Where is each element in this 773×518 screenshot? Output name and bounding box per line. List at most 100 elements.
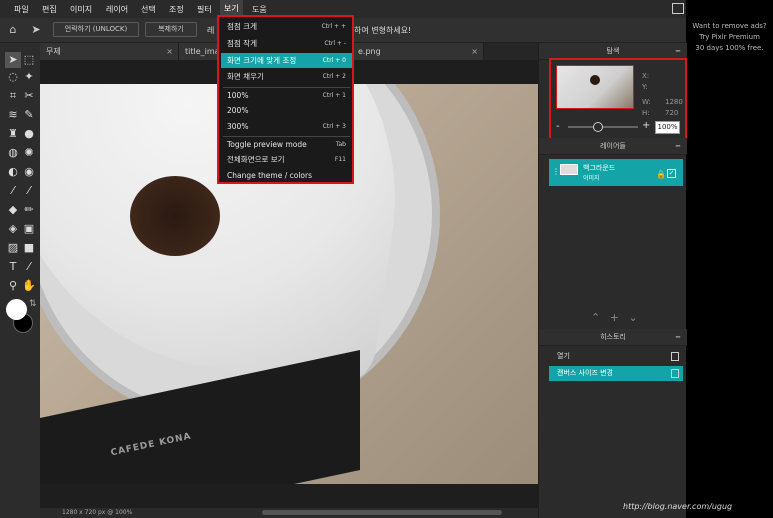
layer-actions: ⌃ + ⌄ bbox=[591, 311, 638, 324]
eraser-tool-icon[interactable]: ◆ bbox=[5, 202, 21, 218]
navigator-thumbnail[interactable] bbox=[556, 65, 634, 109]
wand-tool-icon[interactable]: ✦ bbox=[21, 69, 37, 85]
eyedropper-tool-icon[interactable]: ⁄ bbox=[21, 259, 37, 275]
layers-title: 레이어들 bbox=[600, 142, 626, 150]
liquify-tool-icon[interactable]: ≋ bbox=[5, 107, 21, 123]
x-label: X: bbox=[642, 72, 650, 80]
layer-row[interactable]: ⋮ 백그라운드 이미지 🔒 ✓ bbox=[549, 159, 683, 186]
zoom-out-button[interactable]: - bbox=[556, 121, 560, 132]
view-menu-dropdown: 점점 크게 Ctrl + + 점점 작게 Ctrl + - 화면 크기에 맞게 조정… bbox=[217, 15, 354, 184]
text-tool-icon[interactable]: T bbox=[5, 259, 21, 275]
menu-item-fullscreen[interactable]: 전체화면으로 보기 F11 bbox=[221, 152, 352, 167]
crop-tool-icon[interactable]: ⌗ bbox=[5, 88, 21, 104]
menu-item-change-theme[interactable]: Change theme / colors bbox=[221, 168, 352, 183]
right-panels: 탐색 − X: Y: W: 1280 H: 720 - + 100% 레이어들 … bbox=[538, 43, 687, 518]
bloat-tool-icon[interactable]: ✺ bbox=[21, 145, 37, 161]
layers-header: 레이어들 − bbox=[539, 138, 687, 155]
minimize-icon[interactable]: − bbox=[675, 329, 681, 346]
spherize-tool-icon[interactable]: ◍ bbox=[5, 145, 21, 161]
ad-line-3: 30 days 100% free. bbox=[695, 44, 764, 52]
close-icon[interactable]: × bbox=[471, 43, 478, 60]
minimize-icon[interactable]: − bbox=[675, 138, 681, 155]
menu-edit[interactable]: 편집 bbox=[42, 4, 57, 15]
lasso-tool-icon[interactable]: ◌ bbox=[5, 69, 21, 85]
menu-select[interactable]: 선택 bbox=[141, 4, 156, 15]
y-label: Y: bbox=[642, 83, 648, 91]
move-down-icon[interactable]: ⌄ bbox=[628, 311, 637, 324]
lock-icon[interactable]: 🔒 bbox=[656, 170, 666, 179]
marquee-tool-icon[interactable]: ⬚ bbox=[21, 52, 37, 68]
menu-item-100[interactable]: 100% Ctrl + 1 bbox=[221, 88, 352, 103]
move-up-icon[interactable]: ⌃ bbox=[591, 311, 600, 324]
navigator-panel: X: Y: W: 1280 H: 720 - + 100% bbox=[549, 58, 687, 142]
bucket-tool-icon[interactable]: ◈ bbox=[5, 221, 21, 237]
stamp-tool-icon[interactable]: ♜ bbox=[5, 126, 21, 142]
menu-item-200[interactable]: 200% bbox=[221, 103, 352, 118]
history-item-label: 열기 bbox=[557, 352, 570, 360]
history-item-label: 캔버스 사이즈 변경 bbox=[557, 369, 613, 377]
zoom-tool-icon[interactable]: ⚲ bbox=[5, 278, 21, 294]
coffee-grounds bbox=[130, 176, 220, 256]
ad-line-2[interactable]: Try Pixlr Premium bbox=[686, 32, 773, 43]
hand-tool-icon[interactable]: ✋ bbox=[21, 278, 37, 294]
zoom-in-button[interactable]: + bbox=[642, 120, 650, 131]
drop-tool-icon[interactable]: ● bbox=[21, 126, 37, 142]
menu-layer[interactable]: 레이어 bbox=[106, 4, 128, 15]
menu-item-300[interactable]: 300% Ctrl + 3 bbox=[221, 119, 352, 134]
menu-item-zoom-out[interactable]: 점점 작게 Ctrl + - bbox=[221, 36, 352, 51]
duplicate-button[interactable]: 복제하기 bbox=[145, 22, 197, 37]
layer-type: 이미지 bbox=[583, 175, 600, 182]
close-icon[interactable]: × bbox=[166, 43, 173, 60]
zoom-input[interactable]: 100% bbox=[655, 121, 680, 134]
h-label: H: bbox=[642, 109, 650, 117]
menu-item-toggle-preview[interactable]: Toggle preview mode Tab bbox=[221, 137, 352, 152]
home-icon[interactable]: ⌂ bbox=[5, 22, 21, 38]
history-item[interactable]: 열기 bbox=[549, 349, 683, 364]
menu-adjust[interactable]: 조정 bbox=[169, 4, 184, 15]
ad-line-1: Want to remove ads? bbox=[692, 22, 767, 30]
menu-file[interactable]: 파일 bbox=[14, 4, 29, 15]
horizontal-scrollbar[interactable] bbox=[262, 510, 502, 515]
visibility-checkbox[interactable]: ✓ bbox=[667, 169, 676, 178]
menu-filter[interactable]: 필터 bbox=[197, 4, 212, 15]
image-tool-icon[interactable]: ▨ bbox=[5, 240, 21, 256]
collapse-panel-icon[interactable] bbox=[672, 3, 684, 14]
zoom-slider-handle[interactable] bbox=[593, 122, 603, 132]
zoom-slider-track[interactable] bbox=[568, 126, 638, 128]
foreground-color-swatch[interactable] bbox=[6, 299, 27, 320]
navigator-title: 탐색 bbox=[606, 47, 620, 55]
dodge-tool-icon[interactable]: ◐ bbox=[5, 164, 21, 180]
gradient-tool-icon[interactable]: ▣ bbox=[21, 221, 37, 237]
layer-name: 백그라운드 bbox=[583, 164, 616, 172]
tab-label: 무제 bbox=[46, 47, 61, 56]
drag-handle-icon[interactable]: ⋮ bbox=[552, 167, 560, 176]
shape-tool-icon[interactable]: ■ bbox=[21, 240, 37, 256]
brush-tool-icon[interactable]: ⁄ bbox=[21, 183, 37, 199]
heal-tool-icon[interactable]: ✎ bbox=[21, 107, 37, 123]
tools-panel: ➤ ⬚ ◌ ✦ ⌗ ✂ ≋ ✎ ♜ ● ◍ ✺ ◐ ◉ ⁄ ⁄ ◆ ✏ ◈ ▣ … bbox=[0, 43, 40, 518]
menu-item-fill-screen[interactable]: 화면 채우기 Ctrl + 2 bbox=[221, 69, 352, 84]
unlock-button[interactable]: 언락하기 (UNLOCK) bbox=[53, 22, 139, 37]
document-icon bbox=[671, 352, 679, 361]
tab-untitled[interactable]: 무제 × bbox=[40, 43, 179, 60]
tab-label: e.png bbox=[358, 47, 381, 56]
w-value: 1280 bbox=[665, 98, 683, 106]
menu-item-zoom-in[interactable]: 점점 크게 Ctrl + + bbox=[221, 19, 352, 34]
hint-text-left: 레 bbox=[207, 26, 215, 35]
swap-colors-icon[interactable]: ⇅ bbox=[29, 299, 37, 309]
tab-image[interactable]: e.png × bbox=[352, 43, 484, 60]
menu-help[interactable]: 도움 bbox=[252, 4, 267, 15]
move-arrow-icon[interactable]: ➤ bbox=[28, 22, 44, 38]
picker-tool-icon[interactable]: ⁄ bbox=[5, 183, 21, 199]
h-value: 720 bbox=[665, 109, 679, 117]
watermark-text: http://blog.naver.com/ugug bbox=[623, 502, 733, 511]
layer-thumbnail bbox=[560, 164, 578, 175]
pencil-tool-icon[interactable]: ✏ bbox=[21, 202, 37, 218]
menu-image[interactable]: 이미지 bbox=[70, 4, 92, 15]
history-item[interactable]: 캔버스 사이즈 변경 bbox=[549, 366, 683, 381]
arrange-tool-icon[interactable]: ➤ bbox=[5, 52, 21, 68]
cut-tool-icon[interactable]: ✂ bbox=[21, 88, 37, 104]
menu-item-fit-screen[interactable]: 화면 크기에 맞게 조정 Ctrl + 0 bbox=[221, 53, 352, 68]
sponge-tool-icon[interactable]: ◉ bbox=[21, 164, 37, 180]
add-layer-icon[interactable]: + bbox=[610, 311, 619, 324]
